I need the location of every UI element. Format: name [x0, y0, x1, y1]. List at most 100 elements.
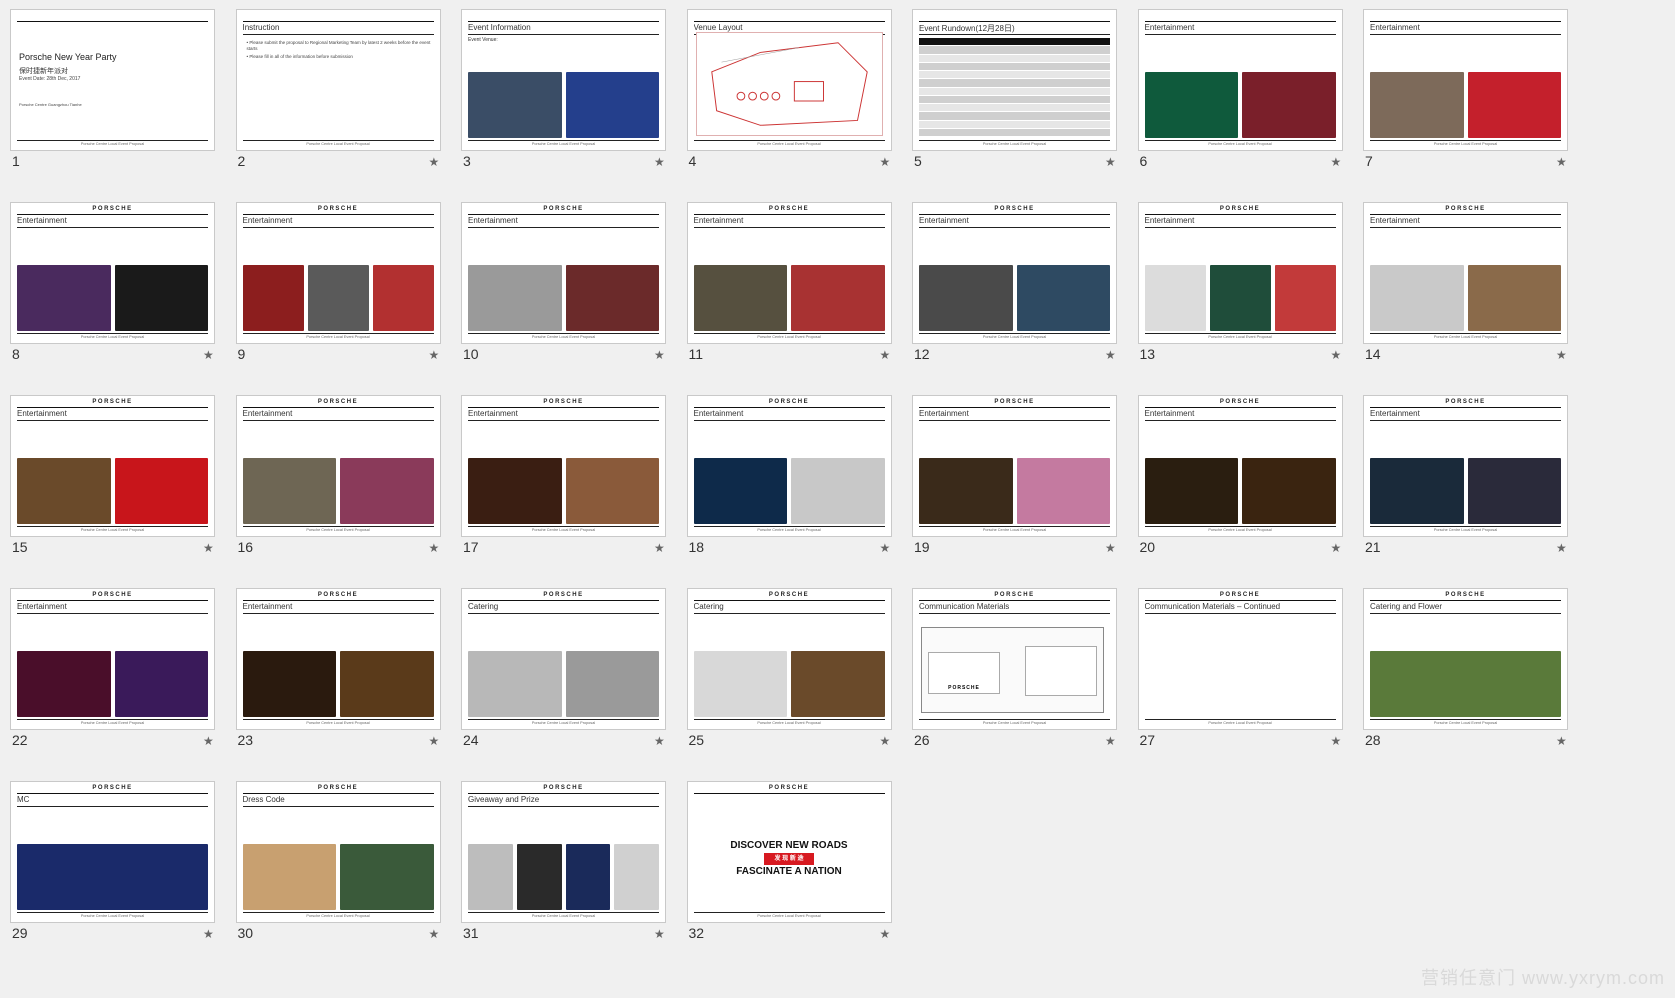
photo	[614, 844, 659, 910]
title-rule	[242, 613, 434, 614]
slide-preview[interactable]: Entertainment Porsche Centre Local Event …	[1363, 9, 1568, 151]
slide-thumbnail-cell[interactable]: Venue Layout Porsche Centre Local Event P…	[677, 0, 893, 185]
slide-preview[interactable]: PORSCHE Communication Materials – Continu…	[1137, 588, 1343, 730]
slide-preview[interactable]: Instruction • Please submit the proposal …	[235, 9, 441, 151]
slide-thumbnail-cell[interactable]: Event Information Event Venue: Porsche Cen…	[451, 0, 667, 185]
slide-preview[interactable]: PORSCHE Catering Porsche Centre Local Even…	[461, 588, 666, 730]
slide-thumbnail-cell[interactable]: PORSCHE Entertainment Porsche Centre Local…	[1353, 386, 1569, 571]
porsche-logo: PORSCHE	[543, 399, 584, 405]
title-rule	[1370, 227, 1561, 228]
slide-preview[interactable]: PORSCHE Entertainment Porsche Centre Local…	[1137, 395, 1343, 537]
slide-thumbnail-cell[interactable]: Porsche New Year Party 保时捷新年派对 Event Date:…	[0, 0, 216, 185]
slide-preview[interactable]: PORSCHE Entertainment Porsche Centre Local…	[1137, 202, 1343, 344]
slide-thumbnail-cell[interactable]: PORSCHE Entertainment Porsche Centre Local…	[902, 193, 1118, 378]
slide-preview[interactable]: PORSCHE Giveaway and Prize Porsche Centre …	[461, 781, 666, 923]
slide-transition-star-icon: ★	[203, 348, 214, 362]
slide-footer: Porsche Centre Local Event Proposal	[693, 333, 885, 339]
slide-preview[interactable]: Event Information Event Venue: Porsche Cen…	[461, 9, 666, 151]
slide-preview[interactable]: PORSCHE Entertainment Porsche Centre Local…	[10, 395, 215, 537]
slide-preview[interactable]: PORSCHE Entertainment Porsche Centre Local…	[686, 395, 892, 537]
slide-preview[interactable]: Event Rundown(12月28日) Porsche Centre Loca…	[912, 9, 1117, 151]
slide-number: 30	[237, 925, 254, 941]
slide-thumbnail-cell[interactable]: PORSCHE DISCOVER NEW ROADS 发 现 新 途 FASCINAT…	[677, 772, 893, 957]
slide-thumbnail-cell[interactable]: PORSCHE Catering Porsche Centre Local Even…	[451, 579, 667, 764]
slide-number: 13	[1139, 346, 1156, 362]
slide-preview[interactable]: PORSCHE Entertainment Porsche Centre Local…	[461, 395, 666, 537]
slide-preview[interactable]: PORSCHE Entertainment Porsche Centre Local…	[1363, 395, 1568, 537]
photo	[468, 844, 513, 910]
photo	[242, 458, 336, 524]
photo	[372, 265, 434, 331]
slide-preview[interactable]: PORSCHE Entertainment Porsche Centre Local…	[461, 202, 666, 344]
slide-thumbnail-cell[interactable]: Instruction • Please submit the proposal …	[226, 0, 442, 185]
slide-thumbnail-cell[interactable]: PORSCHE Entertainment Porsche Centre Local…	[677, 386, 893, 571]
slide-preview[interactable]: Venue Layout Porsche Centre Local Event P…	[686, 9, 892, 151]
slide-preview[interactable]: PORSCHE Entertainment Porsche Centre Local…	[235, 202, 441, 344]
slide-thumbnail-cell[interactable]: PORSCHE Entertainment Porsche Centre Local…	[226, 386, 442, 571]
title-rule	[693, 227, 885, 228]
slide-preview[interactable]: PORSCHE Entertainment Porsche Centre Local…	[912, 395, 1117, 537]
slide-thumbnail-cell[interactable]: PORSCHE Entertainment Porsche Centre Local…	[0, 386, 216, 571]
photo	[1144, 458, 1238, 524]
slide-title: Entertainment	[242, 216, 293, 225]
slide-transition-star-icon: ★	[1105, 541, 1116, 555]
slide-preview[interactable]: PORSCHE Communication Materials PORSCHE Por…	[912, 588, 1117, 730]
title-rule	[17, 227, 208, 228]
slide-thumbnail-cell[interactable]: Event Rundown(12月28日) Porsche Centre Loca…	[902, 0, 1118, 185]
slide-preview[interactable]: Porsche New Year Party 保时捷新年派对 Event Date:…	[10, 9, 215, 151]
slide-thumbnail-cell[interactable]: PORSCHE Catering and Flower Porsche Centre…	[1353, 579, 1569, 764]
slide-thumbnail-cell[interactable]: PORSCHE Entertainment Porsche Centre Local…	[226, 579, 442, 764]
header-rule	[468, 793, 659, 794]
slide-thumbnail-cell[interactable]: PORSCHE Dress Code Porsche Centre Local Ev…	[226, 772, 442, 957]
slide-thumbnail-cell[interactable]: PORSCHE Entertainment Porsche Centre Local…	[1128, 386, 1344, 571]
title-rule	[468, 806, 659, 807]
slide-thumbnail-cell[interactable]: PORSCHE Entertainment Porsche Centre Local…	[1128, 193, 1344, 378]
slide-thumbnail-cell[interactable]: PORSCHE Catering Porsche Centre Local Even…	[677, 579, 893, 764]
slide-number: 24	[463, 732, 479, 748]
slide-preview[interactable]: PORSCHE Catering and Flower Porsche Centre…	[1363, 588, 1568, 730]
slide-number: 1	[12, 153, 20, 169]
table-row	[919, 120, 1110, 128]
slide-preview[interactable]: PORSCHE Entertainment Porsche Centre Local…	[912, 202, 1117, 344]
slide-preview[interactable]: PORSCHE Entertainment Porsche Centre Local…	[1363, 202, 1568, 344]
slide-thumbnail-cell[interactable]: PORSCHE Communication Materials – Continu…	[1128, 579, 1344, 764]
slide-thumbnail-cell[interactable]: PORSCHE Entertainment Porsche Centre Local…	[1353, 193, 1569, 378]
header-rule	[242, 793, 434, 794]
slide-thumbnail-cell[interactable]: PORSCHE Entertainment Porsche Centre Local…	[451, 386, 667, 571]
photo	[468, 265, 562, 331]
slide-thumbnail-cell[interactable]: PORSCHE Giveaway and Prize Porsche Centre …	[451, 772, 667, 957]
slide-preview[interactable]: PORSCHE Dress Code Porsche Centre Local Ev…	[235, 781, 441, 923]
slide-preview[interactable]: PORSCHE Entertainment Porsche Centre Local…	[10, 588, 215, 730]
slide-preview[interactable]: PORSCHE Entertainment Porsche Centre Local…	[235, 395, 441, 537]
slide-thumbnail-cell[interactable]: Entertainment Porsche Centre Local Event …	[1128, 0, 1344, 185]
photo	[919, 265, 1013, 331]
photo	[242, 844, 336, 910]
slide-preview[interactable]: PORSCHE MC Porsche Centre Local Event Prop…	[10, 781, 215, 923]
slide-thumbnail-cell[interactable]: PORSCHE Entertainment Porsche Centre Local…	[902, 386, 1118, 571]
header-rule	[693, 21, 885, 22]
tagline-line: DISCOVER NEW ROADS	[730, 840, 848, 851]
slide-thumbnail-cell[interactable]: Entertainment Porsche Centre Local Event …	[1353, 0, 1569, 185]
header-rule	[242, 600, 434, 601]
slide-thumbnail-cell[interactable]: PORSCHE Entertainment Porsche Centre Local…	[226, 193, 442, 378]
slide-thumbnail-cell[interactable]: PORSCHE Entertainment Porsche Centre Local…	[677, 193, 893, 378]
porsche-logo: PORSCHE	[1445, 592, 1486, 598]
slide-thumbnail-cell[interactable]: PORSCHE Entertainment Porsche Centre Local…	[0, 193, 216, 378]
slide-thumbnail-cell[interactable]: PORSCHE Communication Materials PORSCHE Por…	[902, 579, 1118, 764]
slide-thumbnail-cell[interactable]: PORSCHE Entertainment Porsche Centre Local…	[0, 579, 216, 764]
photo-row	[919, 458, 1110, 524]
slide-preview[interactable]: PORSCHE Entertainment Porsche Centre Local…	[235, 588, 441, 730]
slide-preview[interactable]: PORSCHE Catering Porsche Centre Local Even…	[686, 588, 892, 730]
slide-preview[interactable]: PORSCHE DISCOVER NEW ROADS 发 现 新 途 FASCINAT…	[686, 781, 892, 923]
slide-preview[interactable]: PORSCHE Entertainment Porsche Centre Local…	[10, 202, 215, 344]
slide-thumbnail-cell[interactable]: PORSCHE MC Porsche Centre Local Event Prop…	[0, 772, 216, 957]
closing-tagline: DISCOVER NEW ROADS 发 现 新 途 FASCINATE A NAT…	[688, 840, 891, 878]
slide-title: Entertainment	[919, 409, 969, 418]
photo-row	[17, 844, 208, 910]
slide-preview[interactable]: PORSCHE Entertainment Porsche Centre Local…	[686, 202, 892, 344]
photo	[565, 844, 611, 910]
slide-thumbnail-cell[interactable]: PORSCHE Entertainment Porsche Centre Local…	[451, 193, 667, 378]
photo	[340, 651, 434, 717]
slide-number: 9	[237, 346, 246, 362]
slide-preview[interactable]: Entertainment Porsche Centre Local Event …	[1137, 9, 1343, 151]
